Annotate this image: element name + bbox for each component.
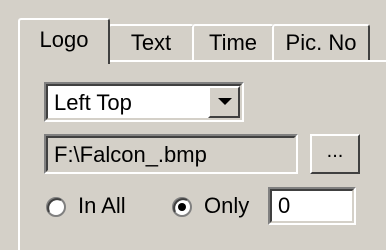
- only-number-input[interactable]: 0: [268, 187, 356, 225]
- in-all-label: In All: [78, 193, 126, 218]
- dropdown-button[interactable]: [208, 86, 240, 118]
- in-all-radio[interactable]: [46, 197, 66, 217]
- tab-logo-label: Logo: [39, 27, 89, 52]
- file-path-value: F:\Falcon_.bmp: [54, 142, 207, 167]
- tab-time-label: Time: [208, 30, 258, 55]
- tab-text-label: Text: [130, 30, 172, 55]
- file-path-field[interactable]: F:\Falcon_.bmp: [44, 134, 298, 174]
- browse-button[interactable]: ...: [310, 134, 360, 174]
- tab-pic-no[interactable]: Pic. No: [272, 24, 370, 62]
- tab-logo[interactable]: Logo: [18, 18, 110, 64]
- position-select[interactable]: Left Top: [44, 82, 244, 122]
- only-number-value: 0: [278, 193, 291, 218]
- only-label: Only: [204, 193, 250, 218]
- browse-button-label: ...: [326, 140, 344, 162]
- chevron-down-icon: [218, 98, 232, 105]
- tab-text[interactable]: Text: [108, 24, 194, 62]
- tab-time[interactable]: Time: [192, 24, 274, 62]
- only-radio[interactable]: [172, 197, 192, 217]
- position-select-value: Left Top: [54, 90, 132, 115]
- tab-pic-no-label: Pic. No: [285, 30, 357, 55]
